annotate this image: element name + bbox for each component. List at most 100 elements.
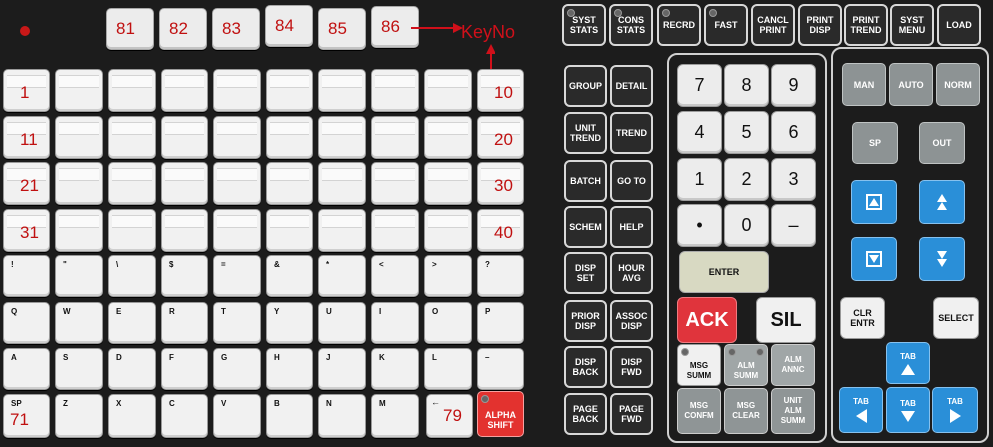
- display-key[interactable]: TREND: [610, 112, 653, 154]
- ack-key[interactable]: ACK: [677, 297, 737, 343]
- key-83[interactable]: 83: [212, 8, 260, 50]
- grid-key[interactable]: K: [371, 348, 419, 390]
- norm-key[interactable]: NORM: [936, 63, 980, 106]
- grid-key[interactable]: [371, 69, 419, 112]
- grid-key[interactable]: 1: [3, 69, 50, 112]
- numpad-key[interactable]: –: [771, 204, 816, 247]
- grid-key[interactable]: [55, 116, 103, 159]
- grid-key[interactable]: X: [108, 394, 156, 438]
- unit-alm-summ-key[interactable]: UNIT ALM SUMM: [771, 388, 815, 434]
- numpad-key[interactable]: 2: [724, 158, 769, 201]
- grid-key[interactable]: [213, 209, 261, 252]
- grid-key[interactable]: Y: [266, 302, 313, 344]
- display-key[interactable]: SCHEM: [564, 206, 607, 248]
- grid-key[interactable]: [371, 162, 419, 205]
- cancl-print-key[interactable]: CANCL PRINT: [751, 4, 795, 46]
- grid-key[interactable]: *: [318, 255, 366, 297]
- alm-summ-key[interactable]: ALM SUMM: [724, 344, 768, 386]
- grid-key[interactable]: [108, 209, 156, 252]
- print-disp-key[interactable]: PRINT DISP: [798, 4, 842, 46]
- auto-key[interactable]: AUTO: [889, 63, 933, 106]
- display-key[interactable]: BATCH: [564, 160, 607, 202]
- grid-key[interactable]: E: [108, 302, 156, 344]
- syst-menu-key[interactable]: SYST MENU: [890, 4, 934, 46]
- grid-key[interactable]: O: [424, 302, 472, 344]
- display-key[interactable]: PRIOR DISP: [564, 300, 607, 342]
- grid-key[interactable]: [161, 209, 208, 252]
- grid-key[interactable]: [161, 162, 208, 205]
- grid-key[interactable]: U: [318, 302, 366, 344]
- numpad-key[interactable]: 9: [771, 64, 816, 107]
- display-key[interactable]: GROUP: [564, 65, 607, 107]
- display-key[interactable]: HELP: [610, 206, 653, 248]
- grid-key[interactable]: –: [477, 348, 524, 390]
- grid-key[interactable]: <: [371, 255, 419, 297]
- grid-key[interactable]: ": [55, 255, 103, 297]
- numpad-key[interactable]: 6: [771, 111, 816, 154]
- grid-key[interactable]: A: [3, 348, 50, 390]
- numpad-key[interactable]: 1: [677, 158, 722, 201]
- grid-key[interactable]: B: [266, 394, 313, 438]
- grid-key[interactable]: H: [266, 348, 313, 390]
- grid-key[interactable]: [213, 162, 261, 205]
- grid-key[interactable]: [108, 69, 156, 112]
- grid-key[interactable]: M: [371, 394, 419, 438]
- man-key[interactable]: MAN: [842, 63, 886, 106]
- display-key[interactable]: PAGE BACK: [564, 393, 607, 435]
- grid-key[interactable]: [213, 69, 261, 112]
- numpad-key[interactable]: 5: [724, 111, 769, 154]
- grid-key[interactable]: C: [161, 394, 208, 438]
- key-82[interactable]: 82: [159, 8, 207, 50]
- grid-key[interactable]: R: [161, 302, 208, 344]
- tab-up-key[interactable]: TAB: [886, 342, 930, 384]
- display-key[interactable]: ASSOC DISP: [610, 300, 653, 342]
- alpha-shift-key[interactable]: ALPHA SHIFT: [477, 391, 524, 437]
- syst-stats-key[interactable]: SYST STATS: [562, 4, 606, 46]
- key-85[interactable]: 85: [318, 8, 366, 50]
- grid-key[interactable]: [213, 116, 261, 159]
- grid-key[interactable]: [318, 116, 366, 159]
- alm-annc-key[interactable]: ALM ANNC: [771, 344, 815, 386]
- grid-key[interactable]: [55, 69, 103, 112]
- grid-key[interactable]: \: [108, 255, 156, 297]
- grid-key[interactable]: S: [55, 348, 103, 390]
- display-key[interactable]: DISP FWD: [610, 346, 653, 388]
- tab-right-key[interactable]: TAB: [932, 387, 978, 433]
- grid-key[interactable]: W: [55, 302, 103, 344]
- select-key[interactable]: SELECT: [933, 297, 979, 339]
- grid-key[interactable]: [424, 162, 472, 205]
- msg-confm-key[interactable]: MSG CONFM: [677, 388, 721, 434]
- setpoint-fast-down-key[interactable]: [919, 237, 965, 281]
- grid-key[interactable]: !: [3, 255, 50, 297]
- setpoint-down-key[interactable]: [851, 237, 897, 281]
- display-key[interactable]: DETAIL: [610, 65, 653, 107]
- numpad-key[interactable]: •: [677, 204, 722, 247]
- display-key[interactable]: PAGE FWD: [610, 393, 653, 435]
- msg-summ-key[interactable]: MSG SUMM: [677, 344, 721, 386]
- grid-key[interactable]: [318, 162, 366, 205]
- grid-key[interactable]: J: [318, 348, 366, 390]
- grid-key[interactable]: [266, 116, 313, 159]
- key-84[interactable]: 84: [265, 5, 313, 47]
- grid-key[interactable]: N: [318, 394, 366, 438]
- tab-down-key[interactable]: TAB: [886, 387, 930, 433]
- display-key[interactable]: DISP BACK: [564, 346, 607, 388]
- grid-key[interactable]: $: [161, 255, 208, 297]
- numpad-key[interactable]: 3: [771, 158, 816, 201]
- key-81[interactable]: 81: [106, 8, 154, 50]
- display-key[interactable]: HOUR AVG: [610, 252, 653, 294]
- grid-key[interactable]: Z: [55, 394, 103, 438]
- grid-key[interactable]: L: [424, 348, 472, 390]
- grid-key[interactable]: 11: [3, 116, 50, 159]
- grid-key[interactable]: [108, 116, 156, 159]
- clr-entr-key[interactable]: CLR ENTR: [840, 297, 885, 339]
- enter-key[interactable]: ENTER: [679, 251, 769, 293]
- display-key[interactable]: GO TO: [610, 160, 653, 202]
- grid-key[interactable]: T: [213, 302, 261, 344]
- grid-key[interactable]: [161, 116, 208, 159]
- out-key[interactable]: OUT: [919, 122, 965, 164]
- print-trend-key[interactable]: PRINT TREND: [844, 4, 888, 46]
- grid-key[interactable]: P: [477, 302, 524, 344]
- grid-key[interactable]: [424, 69, 472, 112]
- grid-key[interactable]: G: [213, 348, 261, 390]
